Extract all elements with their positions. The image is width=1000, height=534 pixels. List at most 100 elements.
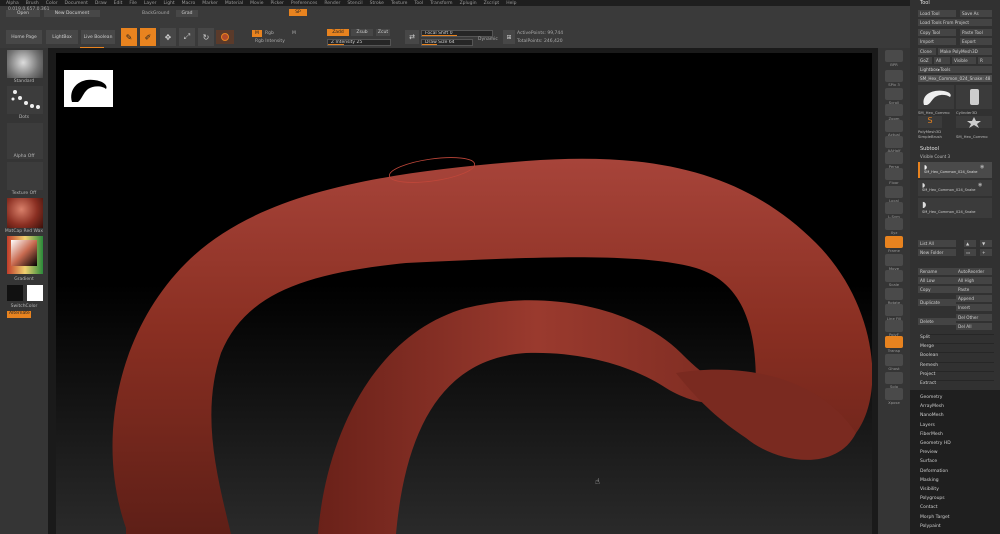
- menu-item-movie[interactable]: Movie: [250, 1, 263, 6]
- move-up-button[interactable]: ▲: [964, 240, 976, 247]
- menu-item-zscript[interactable]: Zscript: [484, 1, 500, 6]
- subpalette-surface[interactable]: Surface: [920, 459, 937, 464]
- goz-button[interactable]: GoZ: [918, 57, 932, 64]
- viewport-canvas[interactable]: ☝: [56, 53, 872, 534]
- subpalette-arraymesh[interactable]: ArrayMesh: [920, 404, 944, 409]
- folder-add-button[interactable]: +: [980, 249, 992, 256]
- shelf-frame-button[interactable]: [885, 236, 903, 248]
- menu-item-alpha[interactable]: Alpha: [6, 1, 19, 6]
- del-all-button[interactable]: Del All: [956, 323, 992, 330]
- auto-reorder-button[interactable]: AutoReorder: [956, 268, 992, 275]
- subpalette-polygroups[interactable]: Polygroups: [920, 496, 945, 501]
- subpalette-deformation[interactable]: Deformation: [920, 469, 948, 474]
- snake-sculpt-mesh[interactable]: [56, 53, 872, 534]
- tool-thumb-simplebrush[interactable]: S: [918, 116, 942, 128]
- menu-item-brush[interactable]: Brush: [26, 1, 39, 6]
- tool-thumb-snake[interactable]: [918, 85, 954, 109]
- shelf-aahalf-button[interactable]: [885, 136, 903, 148]
- clone-button[interactable]: Clone: [918, 48, 936, 55]
- current-tool-slider[interactable]: SM_Hex_Common_024_Snake: 48: [918, 75, 992, 82]
- alternate-button[interactable]: Alternate: [7, 311, 31, 318]
- subpalette-contact[interactable]: Contact: [920, 505, 938, 510]
- zsub-button[interactable]: Zsub: [351, 29, 373, 36]
- section-boolean[interactable]: Boolean: [920, 352, 994, 358]
- tool-thumb-polymesh[interactable]: [956, 116, 992, 128]
- subpalette-geometry[interactable]: Geometry: [920, 395, 942, 400]
- material-swatch[interactable]: [216, 30, 234, 44]
- menu-item-transform[interactable]: Transform: [430, 1, 452, 6]
- rotate-button[interactable]: ↻: [198, 28, 214, 46]
- visible-button[interactable]: Visible: [952, 57, 976, 64]
- menu-item-zplugin[interactable]: Zplugin: [460, 1, 477, 6]
- make-polymesh-button[interactable]: Make PolyMesh3D: [938, 48, 992, 55]
- all-low-button[interactable]: All Low: [918, 277, 956, 284]
- shelf-persp-button[interactable]: [885, 152, 903, 164]
- scale-button[interactable]: ⤢: [179, 28, 195, 46]
- tool-thumb-cylinder[interactable]: [956, 85, 992, 109]
- menu-item-stencil[interactable]: Stencil: [347, 1, 362, 6]
- del-other-button[interactable]: Del Other: [956, 314, 992, 321]
- load-from-project-button[interactable]: Load Tools From Project: [918, 19, 992, 26]
- shelf-floor-button[interactable]: [885, 168, 903, 180]
- section-remesh[interactable]: Remesh: [920, 361, 994, 368]
- shelf-line-fill-button[interactable]: [885, 304, 903, 316]
- lightbox-tools-button[interactable]: Lightbox▸Tools: [918, 66, 992, 73]
- subpalette-preview[interactable]: Preview: [920, 450, 938, 455]
- draw-size-slider[interactable]: Draw Size 64: [421, 39, 473, 46]
- load-tool-button[interactable]: Load Tool: [918, 10, 956, 17]
- append-button[interactable]: Append: [956, 295, 992, 302]
- new-folder-button[interactable]: New Folder: [918, 249, 956, 256]
- subtool-row[interactable]: SM_Hex_Common_024_Snake ◗: [918, 198, 992, 218]
- r-button[interactable]: R: [978, 57, 992, 64]
- material-thumbnail[interactable]: [7, 198, 43, 228]
- menu-item-texture[interactable]: Texture: [391, 1, 407, 6]
- subpalette-visibility[interactable]: Visibility: [920, 487, 939, 492]
- shelf-xyz-button[interactable]: [885, 218, 903, 230]
- sp-button[interactable]: SP: [289, 9, 307, 16]
- paste-button[interactable]: Paste: [956, 286, 992, 293]
- shelf-scale-button[interactable]: [885, 270, 903, 282]
- all-high-button[interactable]: All High: [956, 277, 992, 284]
- folder-icon-button[interactable]: ▭: [964, 249, 976, 256]
- secondary-color-swatch[interactable]: [27, 285, 43, 301]
- subpalette-layers[interactable]: Layers: [920, 423, 935, 428]
- edit-button[interactable]: ✎: [121, 28, 137, 46]
- live-boolean-button[interactable]: Live Boolean: [81, 30, 115, 44]
- focal-icon-button[interactable]: ⇄: [405, 30, 419, 44]
- color-picker-square[interactable]: [11, 240, 37, 266]
- new-document-button[interactable]: New Document: [44, 10, 100, 17]
- section-extract[interactable]: Extract: [920, 380, 994, 386]
- section-merge[interactable]: Merge: [920, 343, 994, 349]
- shelf-move-button[interactable]: [885, 254, 903, 266]
- menu-item-document[interactable]: Document: [65, 1, 88, 6]
- save-as-button[interactable]: Save As: [960, 10, 992, 17]
- all-button[interactable]: All: [934, 57, 950, 64]
- menu-item-stroke[interactable]: Stroke: [370, 1, 384, 6]
- delete-button[interactable]: Delete: [918, 318, 956, 325]
- shelf-xpose-button[interactable]: [885, 388, 903, 400]
- menu-item-file[interactable]: File: [129, 1, 137, 6]
- subpalette-geometry-hd[interactable]: Geometry HD: [920, 441, 951, 446]
- duplicate-button[interactable]: Duplicate: [918, 299, 956, 306]
- snake-body-lower[interactable]: [318, 300, 756, 534]
- mrgb-toggle[interactable]: M: [252, 30, 262, 37]
- primary-color-swatch[interactable]: [7, 285, 23, 301]
- subtool-row-active[interactable]: SM_Hex_Common_024_Snake ◗ ◉: [918, 162, 992, 178]
- insert-button[interactable]: Insert: [956, 304, 992, 311]
- draw-button[interactable]: ✐: [140, 28, 156, 46]
- shelf-bpr-button[interactable]: [885, 50, 903, 62]
- shelf-polyf-button[interactable]: [885, 320, 903, 332]
- menu-item-tool[interactable]: Tool: [414, 1, 423, 6]
- z-intensity-slider[interactable]: Z Intensity 25: [327, 39, 391, 46]
- subpalette-nanomesh[interactable]: NanoMesh: [920, 413, 944, 418]
- home-page-button[interactable]: Home Page: [6, 30, 42, 44]
- zcut-button[interactable]: Zcut: [376, 29, 390, 36]
- shelf-scroll-button[interactable]: [885, 88, 903, 100]
- brush-thumbnail[interactable]: [7, 50, 43, 78]
- color-picker[interactable]: [7, 236, 43, 274]
- export-button[interactable]: Export: [960, 38, 992, 45]
- eye-icon[interactable]: ◉: [980, 164, 984, 170]
- texture-thumbnail[interactable]: [7, 162, 43, 190]
- gradient-toggle[interactable]: Grad: [176, 10, 198, 17]
- menu-item-edit[interactable]: Edit: [114, 1, 123, 6]
